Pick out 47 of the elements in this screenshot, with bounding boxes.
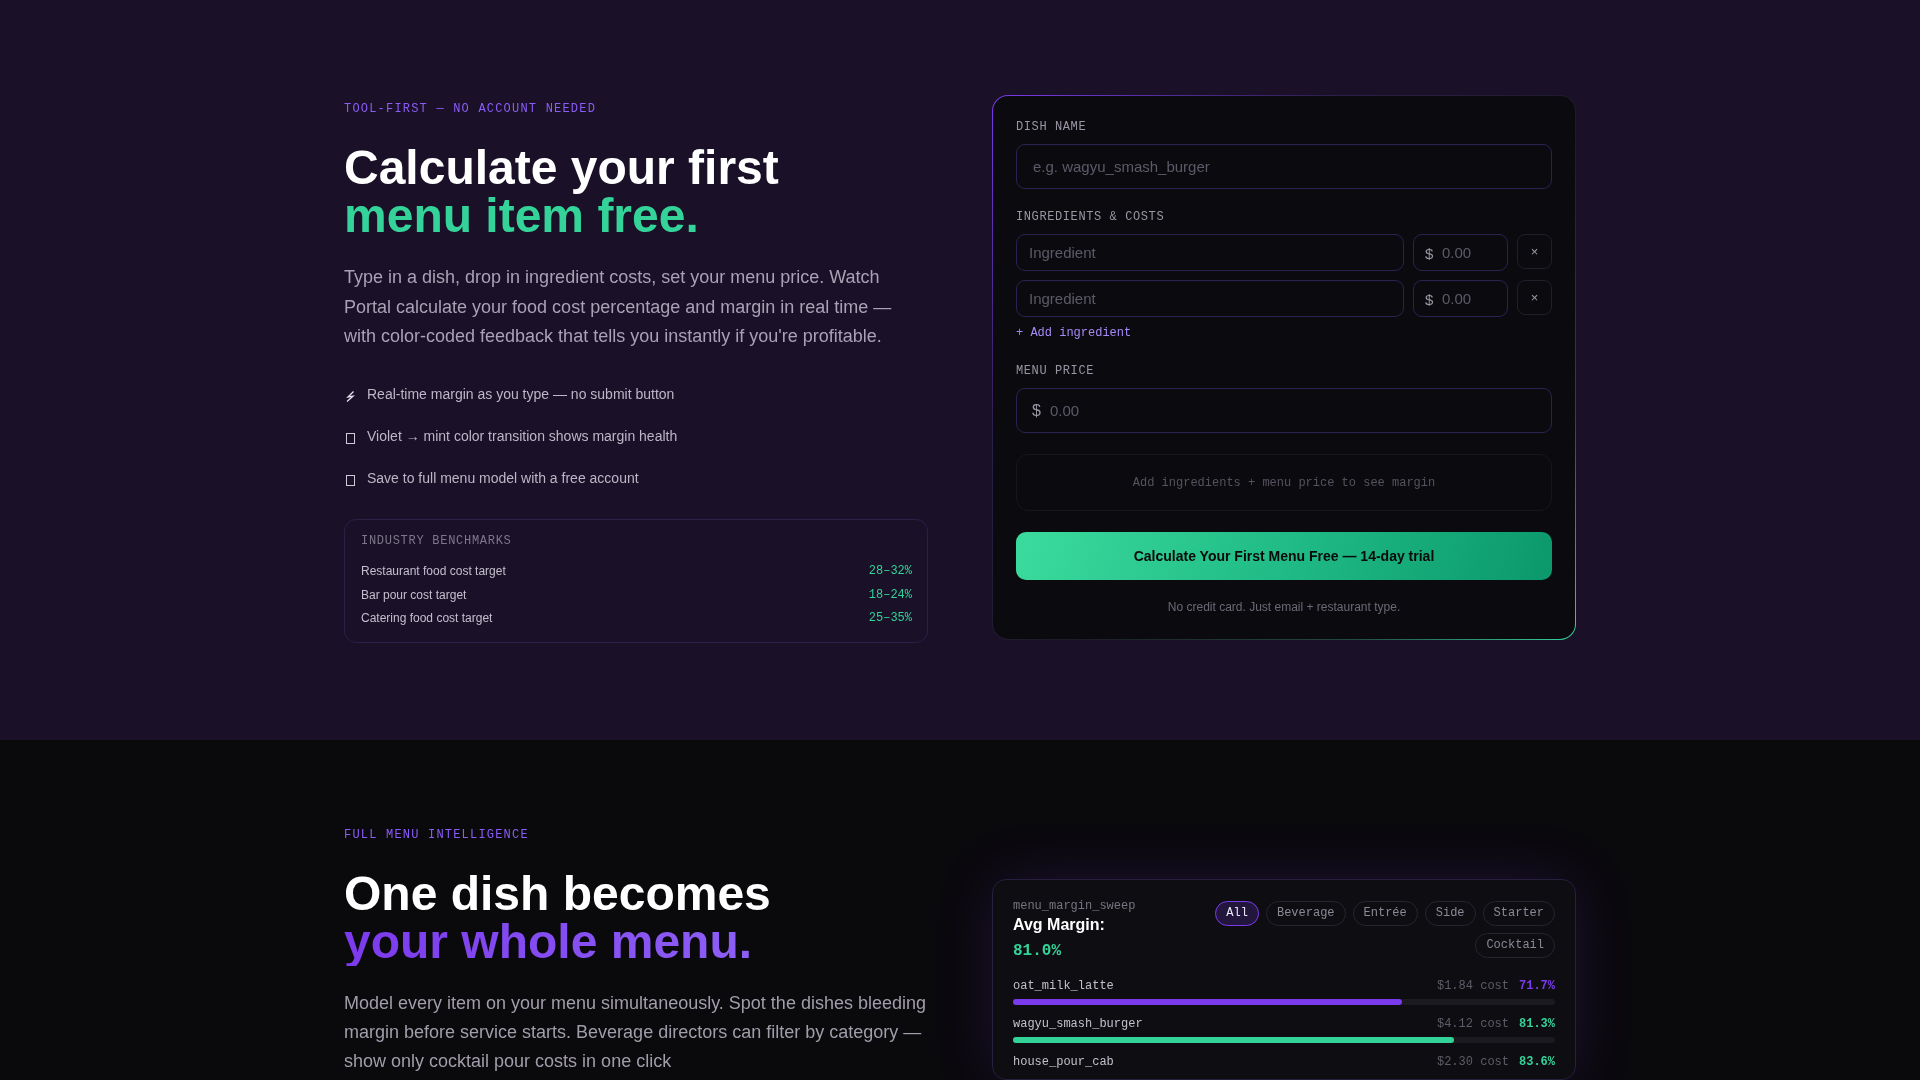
benchmark-value: 25–35% (868, 610, 912, 628)
ingredient-input[interactable]: Ingredient (1016, 280, 1404, 317)
remove-button[interactable]: × (1517, 234, 1552, 269)
square-outline-icon (346, 475, 355, 487)
currency-sign: $ (1425, 290, 1434, 307)
dish-name: oat_milk_latte (1013, 978, 1114, 995)
feature-text: Violet → mint color transition shows margin health (367, 427, 678, 447)
feature-text: Save to full menu model with a free account (367, 469, 639, 489)
section-heading: One dish becomes (344, 870, 772, 918)
currency-sign: $ (1032, 401, 1041, 420)
margin-hint: Add ingredients + menu price to see margin (1016, 454, 1552, 511)
benchmark-value: 18–24% (868, 586, 912, 604)
benchmark-label: Restaurant food cost target (361, 563, 506, 581)
dish-cost: $4.12 cost (1436, 1016, 1509, 1033)
dish-cost: $2.30 cost (1436, 1054, 1509, 1071)
benchmark-label: Bar pour cost target (361, 586, 467, 604)
field-label: DISH NAME (1016, 119, 1088, 136)
section-paragraph: Model every item on your menu simultaneously. Spot the dishes bleeding margin before service starts. Beverage directors can filter by category — show only cocktail pour costs in one click (344, 992, 927, 1073)
eyebrow-label: TOOL-FIRST — NO ACCOUNT NEEDED (344, 101, 598, 118)
dish-name: house_pour_cab (1013, 1054, 1114, 1071)
currency-sign: $ (1425, 244, 1434, 261)
square-outline-icon (346, 433, 355, 445)
intro-paragraph: Type in a dish, drop in ingredient costs, set your menu price. Watch Portal calculate your food cost percentage and margin in real time — with color-coded feedback that tells you instantly if you're profitable. (344, 266, 893, 349)
dish-cost: $1.84 cost (1436, 978, 1509, 995)
filter-chip[interactable]: All (1215, 901, 1259, 926)
benchmark-value: 28–32% (868, 563, 912, 581)
field-label: INGREDIENTS & COSTS (1016, 209, 1166, 226)
feature-text: Real-time margin as you type — no submit button (367, 385, 675, 405)
benchmark-label: Catering food cost target (361, 610, 493, 628)
eyebrow-label: FULL MENU INTELLIGENCE (344, 827, 530, 844)
avg-margin-value: 81.0% (1013, 941, 1062, 961)
ingredient-input[interactable]: Ingredient (1016, 234, 1404, 271)
cta-button[interactable]: Calculate Your First Menu Free — 14-day trial (1016, 532, 1552, 580)
dish-name: wagyu_smash_burger (1013, 1016, 1143, 1033)
margin-percent: 83.6% (1519, 1054, 1555, 1071)
footnote-text: No credit card. Just email + restaurant type. (1166, 599, 1402, 616)
add-ingredient-link[interactable]: + Add ingredient (1016, 324, 1132, 342)
dish-name-input[interactable]: e.g. wagyu_smash_burger (1016, 144, 1552, 189)
remove-button[interactable]: × (1517, 280, 1552, 315)
hero-heading: Calculate your first (344, 144, 780, 192)
avg-margin-label: Avg Margin: (1013, 915, 1106, 935)
margin-percent: 71.7% (1519, 978, 1555, 995)
margin-percent: 81.3% (1519, 1016, 1555, 1033)
benchmarks-title: INDUSTRY BENCHMARKS (361, 533, 513, 551)
lightning-icon (346, 391, 355, 403)
field-label: MENU PRICE (1016, 363, 1095, 380)
sweep-title: menu_margin_sweep (1013, 898, 1136, 915)
